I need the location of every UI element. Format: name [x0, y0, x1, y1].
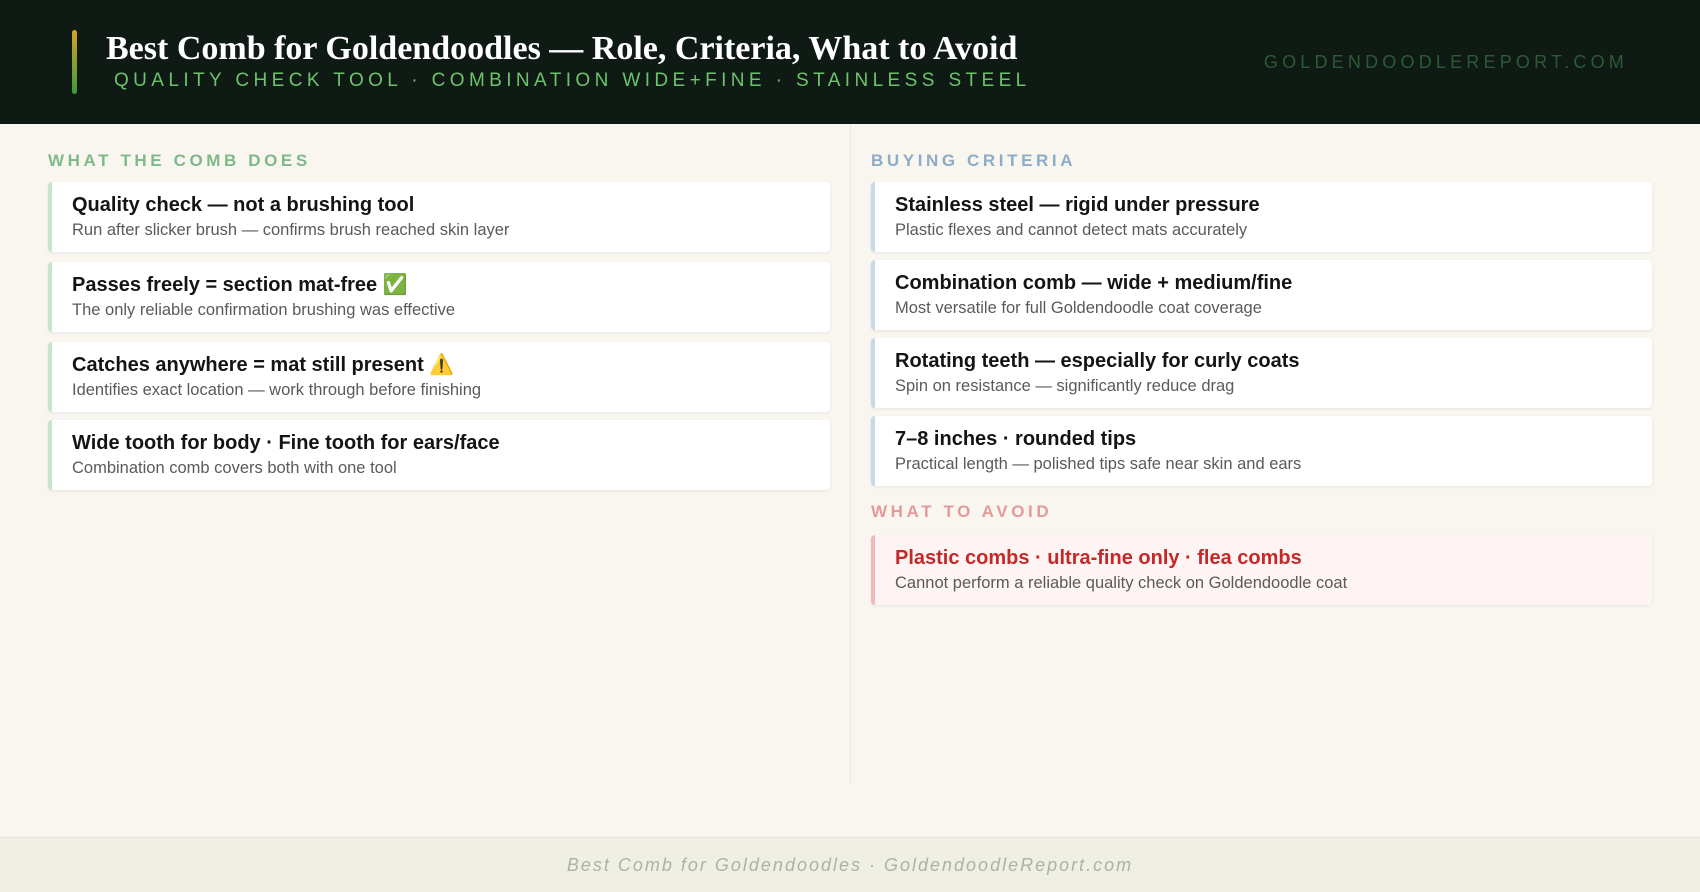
card-title: Plastic combs · ultra-fine only · flea c… [895, 547, 1302, 569]
check-icon: ✅ [382, 274, 408, 296]
card-title: Stainless steel — rigid under pressure [895, 194, 1260, 216]
header-accent-bar [72, 30, 77, 94]
card-desc: Spin on resistance — significantly reduc… [895, 377, 1235, 395]
card-desc: Combination comb covers both with one to… [72, 459, 397, 477]
card-desc: Plastic flexes and cannot detect mats ac… [895, 221, 1248, 239]
card-desc: Run after slicker brush — confirms brush… [72, 221, 510, 239]
card-combination-comb: Combination comb — wide + medium/fine Mo… [871, 260, 1652, 330]
card-title: Wide tooth for body · Fine tooth for ear… [72, 432, 500, 454]
card-title: 7–8 inches · rounded tips [895, 428, 1137, 450]
card-desc: Cannot perform a reliable quality check … [895, 574, 1348, 592]
header: Best Comb for Goldendoodles — Role, Crit… [0, 0, 1700, 124]
section-label-what-the-comb-does: WHAT THE COMB DOES [48, 151, 311, 170]
card-quality-check: Quality check — not a brushing tool Run … [48, 182, 830, 252]
card-desc: Identifies exact location — work through… [72, 381, 482, 399]
left-column: WHAT THE COMB DOES Quality check — not a… [48, 124, 830, 837]
card-title: Quality check — not a brushing tool [72, 194, 415, 216]
site-name: GOLDENDOODLEREPORT.COM [1263, 52, 1628, 72]
card-avoid: Plastic combs · ultra-fine only · flea c… [871, 535, 1652, 605]
footer: Best Comb for Goldendoodles · Goldendood… [0, 837, 1700, 892]
card-title: Combination comb — wide + medium/fine [895, 272, 1293, 294]
footer-text: Best Comb for Goldendoodles · Goldendood… [566, 855, 1134, 875]
page-title: Best Comb for Goldendoodles — Role, Crit… [106, 30, 1018, 67]
card-desc: Practical length — polished tips safe ne… [895, 455, 1302, 473]
card-title: Passes freely = section mat-free ✅ [72, 274, 408, 296]
card-passes-freely: Passes freely = section mat-free ✅ The o… [48, 262, 830, 332]
column-divider [850, 124, 851, 784]
section-label-buying-criteria: BUYING CRITERIA [871, 151, 1077, 170]
card-title: Rotating teeth — especially for curly co… [895, 350, 1300, 372]
card-desc: Most versatile for full Goldendoodle coa… [895, 299, 1262, 317]
section-label-what-to-avoid: WHAT TO AVOID [871, 502, 1053, 521]
page: Best Comb for Goldendoodles — Role, Crit… [0, 0, 1700, 892]
card-length-tips: 7–8 inches · rounded tips Practical leng… [871, 416, 1652, 486]
card-title: Catches anywhere = mat still present ⚠️ [72, 354, 455, 376]
page-subtitle: QUALITY CHECK TOOL · COMBINATION WIDE+FI… [114, 70, 1031, 91]
card-catches-anywhere: Catches anywhere = mat still present ⚠️ … [48, 342, 830, 412]
card-wide-fine-tooth: Wide tooth for body · Fine tooth for ear… [48, 420, 830, 490]
warning-icon: ⚠️ [429, 354, 455, 376]
right-column: BUYING CRITERIA Stainless steel — rigid … [871, 124, 1652, 837]
card-rotating-teeth: Rotating teeth — especially for curly co… [871, 338, 1652, 408]
card-stainless-steel: Stainless steel — rigid under pressure P… [871, 182, 1652, 252]
card-desc: The only reliable confirmation brushing … [72, 301, 456, 319]
